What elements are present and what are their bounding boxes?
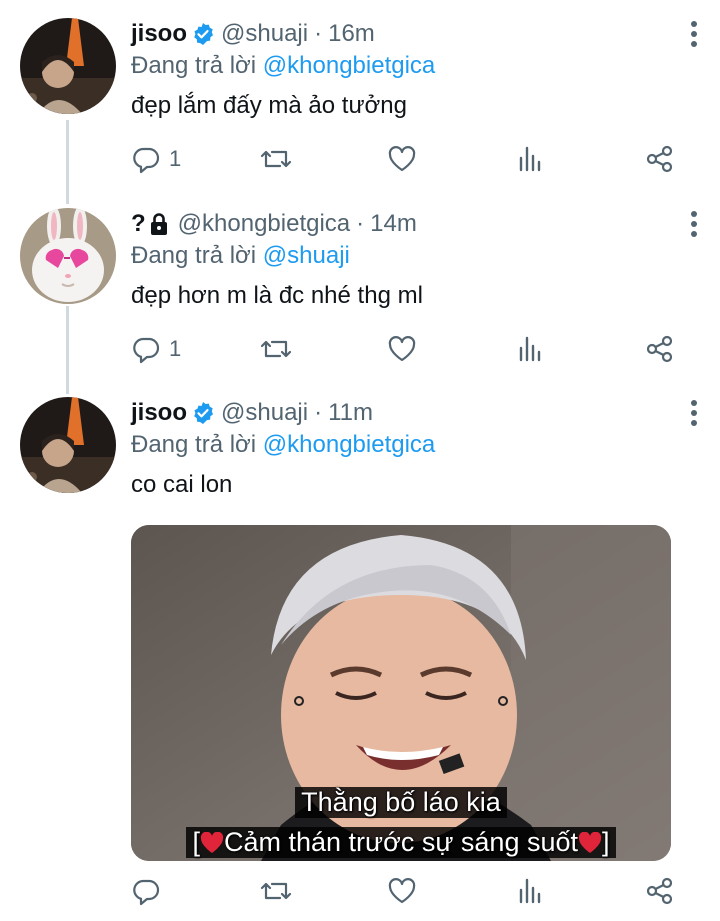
analytics-button[interactable]	[518, 141, 544, 177]
avatar[interactable]	[20, 208, 116, 304]
analytics-icon	[519, 878, 541, 904]
red-heart-emoji-icon	[578, 830, 602, 853]
tweet-actions: 1	[131, 141, 691, 177]
analytics-button[interactable]	[518, 873, 544, 909]
like-button[interactable]	[387, 873, 417, 909]
red-heart-emoji-icon	[200, 830, 224, 853]
mention-link[interactable]: @khongbietgica	[263, 52, 435, 79]
user-handle[interactable]: @shuaji	[221, 397, 308, 429]
verified-badge-icon	[191, 401, 215, 425]
replying-prefix: Đang trả lời	[131, 431, 257, 458]
share-icon	[646, 335, 673, 363]
like-icon	[388, 336, 416, 362]
reply-icon	[133, 879, 160, 906]
retweet-button[interactable]	[259, 331, 293, 367]
lock-icon	[148, 212, 172, 236]
display-name[interactable]: jisoo	[131, 397, 187, 429]
share-button[interactable]	[645, 331, 675, 367]
replying-to: Đang trả lời @shuaji	[131, 240, 700, 272]
caption-bracket-open: [	[192, 827, 200, 857]
analytics-button[interactable]	[518, 331, 544, 367]
like-icon	[388, 878, 416, 904]
more-icon[interactable]	[688, 20, 700, 48]
user-handle[interactable]: @khongbietgica	[178, 208, 350, 240]
timestamp[interactable]: 11m	[328, 397, 373, 429]
retweet-icon	[260, 150, 292, 168]
caption-bracket-close: ]	[602, 827, 610, 857]
reply-count: 1	[169, 336, 182, 361]
tweet-text: đẹp hơn m là đc nhé thg ml	[131, 282, 423, 309]
share-button[interactable]	[645, 141, 675, 177]
replying-to: Đang trả lời @khongbietgica	[131, 429, 700, 461]
timestamp[interactable]: 16m	[328, 18, 375, 50]
display-name[interactable]: ?	[131, 208, 146, 240]
share-button[interactable]	[645, 873, 675, 909]
user-handle[interactable]: @shuaji	[221, 18, 308, 50]
separator-dot: ·	[314, 399, 323, 426]
share-icon	[646, 877, 673, 905]
tweet-text: co cai lon	[131, 471, 233, 498]
reply-icon	[133, 147, 160, 174]
analytics-icon	[519, 336, 541, 362]
retweet-button[interactable]	[259, 141, 293, 177]
mention-link[interactable]: @khongbietgica	[263, 431, 435, 458]
more-icon[interactable]	[688, 210, 700, 238]
separator-dot: ·	[356, 210, 365, 237]
tweet-actions: 1	[131, 331, 691, 367]
analytics-icon	[519, 146, 541, 172]
reply-button[interactable]: 1	[131, 141, 181, 177]
tweet-header: jisoo @shuaji · 11m	[131, 397, 700, 429]
tweet-header: jisoo @shuaji · 16m	[131, 18, 700, 50]
replying-prefix: Đang trả lời	[131, 52, 257, 79]
replying-to: Đang trả lời @khongbietgica	[131, 50, 700, 82]
reply-icon	[133, 337, 160, 364]
reply-button[interactable]	[131, 873, 169, 909]
verified-badge-icon	[191, 22, 215, 46]
more-icon[interactable]	[688, 399, 700, 427]
avatar[interactable]	[20, 397, 116, 493]
retweet-icon	[260, 882, 292, 900]
retweet-icon	[260, 340, 292, 358]
media-caption-line2: [ Cảm thán trước sự sáng suốt]	[131, 827, 671, 858]
reply-button[interactable]: 1	[131, 331, 181, 367]
like-button[interactable]	[387, 331, 417, 367]
timestamp[interactable]: 14m	[370, 208, 417, 240]
media-caption-line1: Thằng bố láo kia	[131, 787, 671, 818]
like-button[interactable]	[387, 141, 417, 177]
like-icon	[388, 146, 416, 172]
separator-dot: ·	[314, 20, 323, 47]
tweet-media-image[interactable]: Thằng bố láo kia [ Cảm thán trước sự sáng…	[131, 525, 671, 861]
retweet-button[interactable]	[259, 873, 293, 909]
caption-text: Cảm thán trước sự sáng suốt	[224, 827, 578, 857]
tweet-actions	[131, 873, 691, 909]
reply-count: 1	[169, 146, 182, 171]
share-icon	[646, 145, 673, 173]
tweet-header: ? @khongbietgica · 14m	[131, 208, 700, 240]
avatar[interactable]	[20, 18, 116, 114]
tweet-text: đẹp lắm đấy mà ảo tưởng	[131, 92, 407, 119]
replying-prefix: Đang trả lời	[131, 242, 257, 269]
display-name[interactable]: jisoo	[131, 18, 187, 50]
mention-link[interactable]: @shuaji	[263, 242, 350, 269]
